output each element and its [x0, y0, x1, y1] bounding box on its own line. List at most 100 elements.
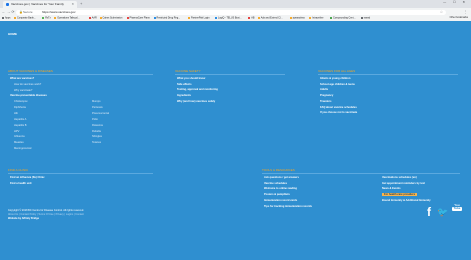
bookmark-favicon-icon: [330, 17, 332, 19]
about-link[interactable]: Vaccine-preventable diseases: [10, 94, 47, 97]
tools-link[interactable]: Tips for tracking immunization records: [264, 205, 312, 208]
disease-link[interactable]: HPV: [14, 130, 19, 133]
bookmark-favicon-icon: [2, 17, 4, 19]
new-tab-button[interactable]: +: [80, 1, 82, 7]
bookmark-label: PharmaCare Plans: [129, 16, 150, 20]
bookmark-favicon-icon: [309, 17, 312, 19]
disease-link[interactable]: Rotavirus: [92, 124, 103, 127]
bookmark-favicon-icon: [99, 17, 102, 19]
bookmark-favicon-icon: [88, 17, 91, 19]
browser-menu-icon[interactable]: ⋮: [464, 10, 468, 14]
clinic-link[interactable]: Find a health unit: [10, 182, 31, 185]
bookmark-favicon-icon: [14, 17, 16, 19]
bookmark-label: Compounding Cent...: [333, 16, 356, 20]
disease-link[interactable]: Pertussis: [92, 106, 103, 109]
copyright-text: Copyright © 2018 BC Centre for Disease C…: [8, 209, 84, 212]
safety-link[interactable]: Why (and how) vaccines safely: [177, 100, 215, 103]
bookmark-label: Intraonline: [312, 16, 324, 20]
back-icon[interactable]: ←: [2, 10, 6, 14]
disease-link[interactable]: Hepatitis B: [14, 124, 27, 127]
tools-link[interactable]: Posters & pamphlets: [264, 193, 290, 196]
all-ages-link[interactable]: Infants & young children: [320, 77, 350, 80]
tools-link[interactable]: Ask questions / get answers: [264, 176, 299, 179]
all-ages-link[interactable]: Adults: [320, 88, 328, 91]
disease-link[interactable]: Polio: [92, 118, 98, 121]
browser-tab[interactable]: Vaccines.gov | Vaccines for Your Family …: [3, 1, 77, 8]
safety-link[interactable]: Testing, approval and monitoring: [177, 88, 218, 91]
footer-links[interactable]: About Us | Contact Policy | Terms Of Use…: [8, 213, 84, 216]
disease-link[interactable]: Rubella: [92, 130, 101, 133]
all-ages-link[interactable]: Pregnancy: [320, 94, 333, 97]
disease-link[interactable]: Tetanus: [92, 141, 101, 144]
bookmark-favicon-icon: [126, 17, 129, 19]
tools-link[interactable]: Vaccine schedules: [264, 182, 287, 185]
disease-link[interactable]: Hepatitis A: [14, 118, 26, 121]
forward-icon[interactable]: →: [7, 10, 11, 14]
bookmark-label: raswd: [363, 16, 371, 20]
all-ages-link[interactable]: School-age children & teens: [320, 83, 355, 86]
disease-link[interactable]: Measles: [14, 141, 24, 144]
bookmark-label: Operations Tailscal...: [57, 16, 80, 20]
bookmark-label: Apps: [5, 16, 11, 20]
bookmark-label: PartnerPak Login: [191, 16, 210, 20]
disease-link[interactable]: Hib: [14, 112, 18, 115]
facebook-icon[interactable]: f: [427, 205, 431, 219]
bookmark-favicon-icon: [257, 17, 260, 19]
tools-link[interactable]: For health care providers: [382, 193, 418, 197]
disease-link[interactable]: Chickenpox: [14, 100, 28, 103]
divider: [262, 173, 460, 174]
divider: [8, 74, 153, 75]
other-bookmarks[interactable]: Other bookmarks: [450, 16, 468, 20]
tools-link[interactable]: Get appointment reminders by text: [382, 182, 425, 185]
bookmark-label: AAR: [91, 16, 97, 20]
all-ages-link[interactable]: FAQ about vaccine schedules: [320, 106, 357, 109]
website-by-text[interactable]: Website by Affinity Bridge: [8, 217, 39, 220]
bookmark-favicon-icon: [188, 17, 190, 19]
disease-link[interactable]: Pneumococcal: [92, 112, 109, 115]
all-ages-link[interactable]: If you choose not to vaccinate: [320, 111, 357, 114]
bookmark-favicon-icon: [54, 17, 57, 19]
bookmark-favicon-icon: [289, 17, 292, 19]
address-bar[interactable]: 🔒 Secure https://www.vaccines.gov ☆: [16, 9, 446, 15]
youtube-icon[interactable]: You Tube: [452, 203, 462, 211]
bookmark-favicon-icon: [215, 17, 217, 19]
site-footer-navigation: [0, 21, 471, 260]
home-link[interactable]: HOME: [8, 32, 17, 37]
tools-link[interactable]: Vaccinations schedules (en): [382, 176, 417, 179]
about-link[interactable]: What are vaccines?: [10, 77, 34, 80]
bookmark-label: AB: [251, 16, 255, 20]
bookmark-star-icon[interactable]: ☆: [440, 10, 443, 14]
url-text[interactable]: https://www.vaccines.gov: [42, 10, 76, 15]
twitter-icon[interactable]: 🐦: [437, 207, 448, 218]
disease-link[interactable]: Influenza: [14, 135, 25, 138]
tools-link[interactable]: News & Events: [382, 187, 401, 190]
about-link[interactable]: How do vaccines work?: [14, 83, 41, 86]
safety-link[interactable]: Side effects: [177, 83, 192, 86]
disease-link[interactable]: Diphtheria: [14, 106, 26, 109]
disease-link[interactable]: Shingles: [92, 135, 102, 138]
divider: [8, 173, 153, 174]
site-favicon-icon: [6, 3, 9, 6]
about-link[interactable]: Why vaccinate?: [14, 89, 32, 92]
bookmark-label: RxTx: [45, 16, 51, 20]
bookmark-favicon-icon: [360, 17, 363, 19]
tools-link[interactable]: Welcome to online reading: [264, 187, 297, 190]
all-ages-link[interactable]: Travelers: [320, 100, 331, 103]
bookmark-label: Ads and Extend Cl...: [260, 16, 283, 20]
safety-link[interactable]: Ingredients: [177, 94, 191, 97]
tools-link[interactable]: Immunization record cards: [264, 199, 297, 202]
reload-icon[interactable]: ⟳: [12, 10, 15, 14]
window-controls[interactable]: — ☐ ✕: [443, 0, 468, 5]
tools-link[interactable]: Bound Immunity & Additional Immunity: [382, 199, 431, 202]
security-label: Secure: [23, 9, 33, 14]
close-tab-icon[interactable]: ✕: [71, 2, 74, 7]
bookmark-label: pprasotima: [292, 16, 305, 20]
bookmark-favicon-icon: [248, 17, 251, 19]
bookmark-favicon-icon: [153, 17, 156, 19]
disease-link[interactable]: Meningococcal: [14, 147, 31, 150]
divider: [175, 74, 285, 75]
bookmark-label: LogiQ - TELUS Busi...: [218, 16, 242, 20]
safety-link[interactable]: What you should know: [177, 77, 205, 80]
disease-link[interactable]: Mumps: [92, 100, 101, 103]
clinic-link[interactable]: Find an influenza (flu) Clinic: [10, 176, 45, 179]
